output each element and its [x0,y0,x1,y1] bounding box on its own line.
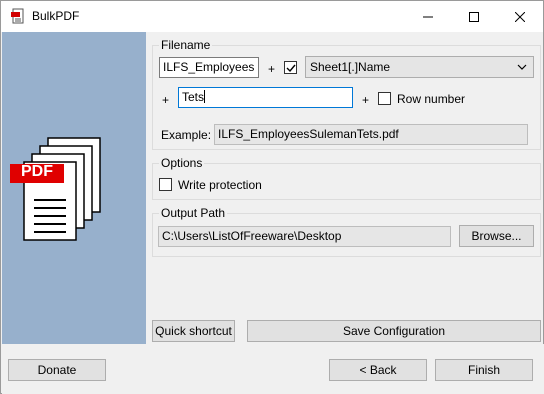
back-button[interactable]: < Back [329,359,427,381]
title-bar: BulkPDF [1,1,543,32]
options-group-label: Options [159,156,205,170]
field-select-value: Sheet1[.]Name [310,60,391,74]
chevron-down-icon [517,64,527,70]
browse-button[interactable]: Browse... [459,225,534,247]
close-icon [515,11,525,22]
row-number-checkbox[interactable] [378,92,391,105]
pdf-app-icon [10,8,26,24]
checkmark-icon [286,64,296,73]
minimize-icon [423,16,433,17]
filename-prefix-input[interactable]: ILFS_Employees [159,57,259,78]
example-label: Example: [161,128,212,142]
minimize-button[interactable] [405,1,451,32]
filename-suffix-input[interactable]: Tets [178,87,353,108]
save-configuration-button[interactable]: Save Configuration [247,320,541,342]
field-checkbox[interactable] [284,61,297,74]
plus-label-1: + [268,62,276,76]
pdf-art-label: PDF [21,163,53,180]
pdf-documents-icon: PDF [8,134,108,254]
finish-button[interactable]: Finish [435,359,533,381]
left-banner: PDF [2,32,146,344]
filename-group-label: Filename [159,38,213,52]
quick-shortcut-button[interactable]: Quick shortcut [152,320,235,342]
field-select[interactable]: Sheet1[.]Name [305,56,534,78]
write-protection-checkbox[interactable] [159,178,172,191]
bulkpdf-window: BulkPDF PDF Filename ILFS_Employees + Sh… [0,0,544,394]
plus-label-3: + [362,93,370,107]
maximize-icon [469,11,479,22]
row-number-label: Row number [397,92,466,106]
plus-label-2: + [162,93,170,107]
write-protection-label: Write protection [178,178,262,192]
close-button[interactable] [497,1,543,32]
output-path-group-label: Output Path [159,206,228,220]
example-output: ILFS_EmployeesSulemanTets.pdf [214,124,528,145]
donate-button[interactable]: Donate [8,359,106,381]
window-title: BulkPDF [32,9,80,23]
maximize-button[interactable] [451,1,497,32]
filename-suffix-value: Tets [182,90,205,104]
text-cursor [204,90,206,103]
output-path-field: C:\Users\ListOfFreeware\Desktop [158,226,451,247]
